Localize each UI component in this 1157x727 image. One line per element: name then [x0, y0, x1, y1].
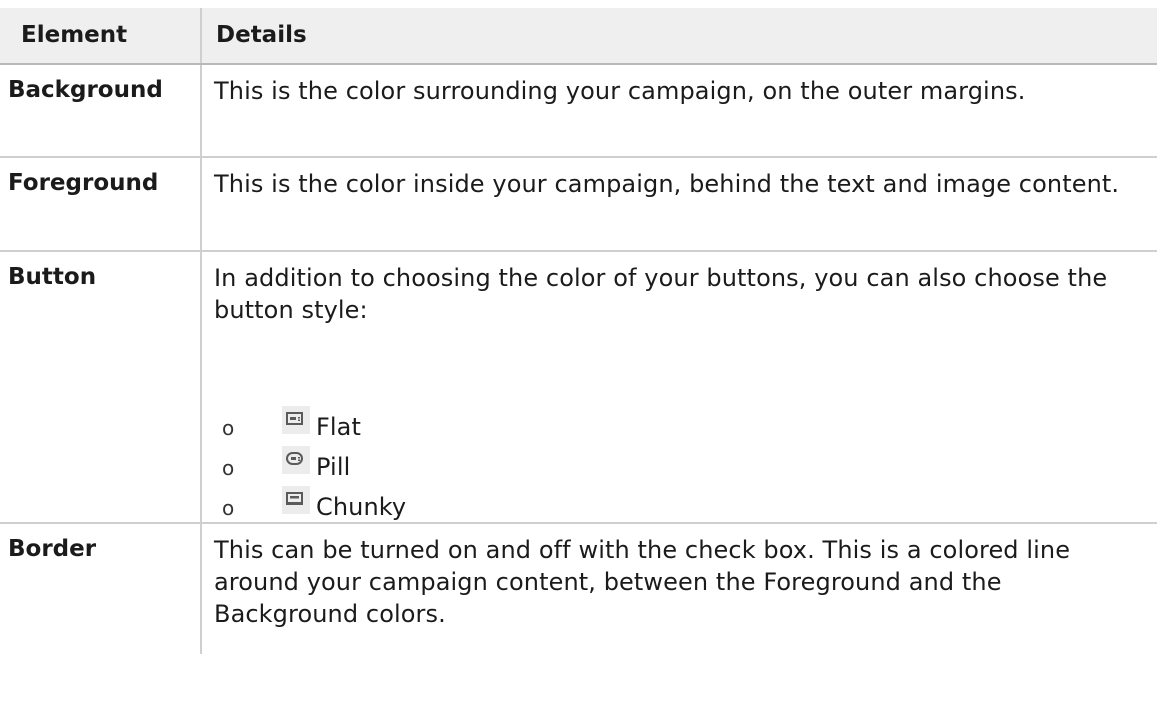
table-row: Foreground This is the color inside your… [0, 156, 1157, 252]
row-term: Button [0, 250, 202, 524]
table-row: Background This is the color surrounding… [0, 63, 1157, 158]
button-pill-icon [282, 446, 310, 474]
table-row: Border This can be turned on and off wit… [0, 522, 1157, 654]
button-chunky-icon [282, 486, 310, 514]
row-term: Border [0, 522, 202, 654]
style-label: Flat [316, 413, 361, 441]
row-description: In addition to choosing the color of you… [214, 264, 1108, 324]
row-description: This is the color inside your campaign, … [200, 156, 1157, 252]
list-item: o Flat [214, 402, 1145, 442]
header-details: Details [200, 8, 1157, 65]
list-bullet: o [222, 496, 235, 520]
row-term: Foreground [0, 156, 202, 252]
list-item: o Pill [214, 442, 1145, 482]
list-item: o Chunky [214, 482, 1145, 522]
row-description: This is the color surrounding your campa… [200, 63, 1157, 158]
button-style-list: o Flat o Pill o Chunky [214, 402, 1145, 522]
header-element: Element [0, 8, 202, 65]
list-bullet: o [222, 456, 235, 480]
element-details-table: Element Details Background This is the c… [0, 8, 1157, 654]
row-term: Background [0, 63, 202, 158]
row-description: This can be turned on and off with the c… [200, 522, 1157, 654]
list-bullet: o [222, 416, 235, 440]
style-label: Chunky [316, 493, 407, 521]
button-flat-icon [282, 406, 310, 434]
row-description-cell: In addition to choosing the color of you… [200, 250, 1157, 524]
table-header-row: Element Details [0, 8, 1157, 65]
style-label: Pill [316, 453, 351, 481]
table-row: Button In addition to choosing the color… [0, 250, 1157, 524]
